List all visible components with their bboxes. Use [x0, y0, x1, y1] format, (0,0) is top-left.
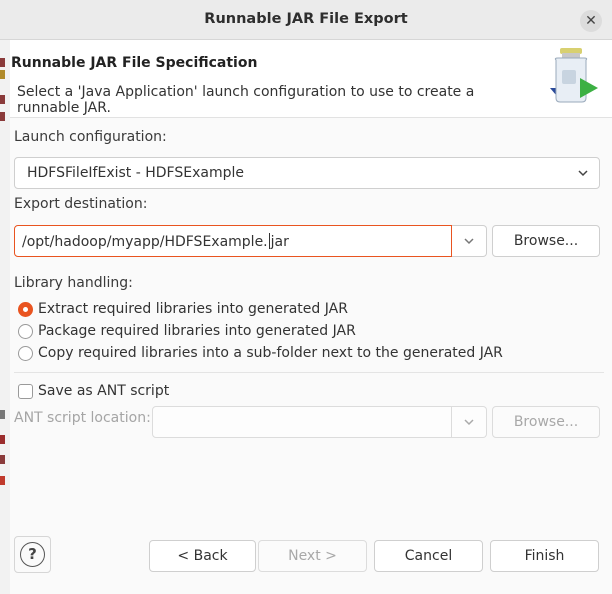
wizard-header: Runnable JAR File Specification Select a…: [10, 40, 612, 118]
package-libraries-radio[interactable]: [18, 324, 33, 339]
copy-libraries-radio[interactable]: [18, 346, 33, 361]
page-description: Select a 'Java Application' launch confi…: [17, 84, 475, 116]
text-caret: [268, 233, 270, 249]
launch-configuration-value: HDFSFileIfExist - HDFSExample: [27, 165, 244, 181]
dialog-title: Runnable JAR File Export: [204, 11, 408, 27]
library-handling-label: Library handling:: [14, 275, 133, 291]
background-window-edge: [0, 40, 10, 594]
launch-configuration-select[interactable]: HDFSFileIfExist - HDFSExample: [14, 157, 600, 189]
next-button[interactable]: Next >: [258, 540, 367, 572]
title-bar: Runnable JAR File Export ✕: [0, 0, 612, 40]
ant-script-location-input[interactable]: [152, 406, 452, 438]
help-icon[interactable]: ?: [20, 542, 45, 567]
chevron-down-icon: [578, 170, 588, 177]
export-destination-history-button[interactable]: [452, 225, 487, 257]
chevron-down-icon: [464, 238, 474, 245]
page-title: Runnable JAR File Specification: [11, 55, 258, 71]
save-ant-script-label[interactable]: Save as ANT script: [38, 383, 169, 399]
export-destination-label: Export destination:: [14, 196, 148, 212]
extract-libraries-radio[interactable]: [18, 302, 33, 317]
chevron-down-icon: [464, 419, 474, 426]
ant-script-location-label: ANT script location:: [14, 410, 151, 426]
export-destination-value: /opt/hadoop/myapp/HDFSExample. jar: [22, 233, 289, 250]
finish-button[interactable]: Finish: [490, 540, 599, 572]
export-browse-button[interactable]: Browse...: [492, 225, 600, 257]
jar-export-icon: [550, 48, 598, 103]
copy-libraries-label[interactable]: Copy required libraries into a sub-folde…: [38, 345, 503, 361]
ant-browse-button[interactable]: Browse...: [492, 406, 600, 438]
extract-libraries-label[interactable]: Extract required libraries into generate…: [38, 301, 348, 317]
package-libraries-label[interactable]: Package required libraries into generate…: [38, 323, 356, 339]
back-button[interactable]: < Back: [149, 540, 256, 572]
launch-configuration-label: Launch configuration:: [14, 129, 167, 145]
save-ant-script-checkbox[interactable]: [18, 384, 33, 399]
cancel-button[interactable]: Cancel: [374, 540, 483, 572]
close-icon[interactable]: ✕: [580, 10, 602, 32]
ant-script-history-button[interactable]: [452, 406, 487, 438]
separator: [14, 372, 604, 373]
export-destination-input[interactable]: /opt/hadoop/myapp/HDFSExample. jar: [14, 225, 452, 257]
